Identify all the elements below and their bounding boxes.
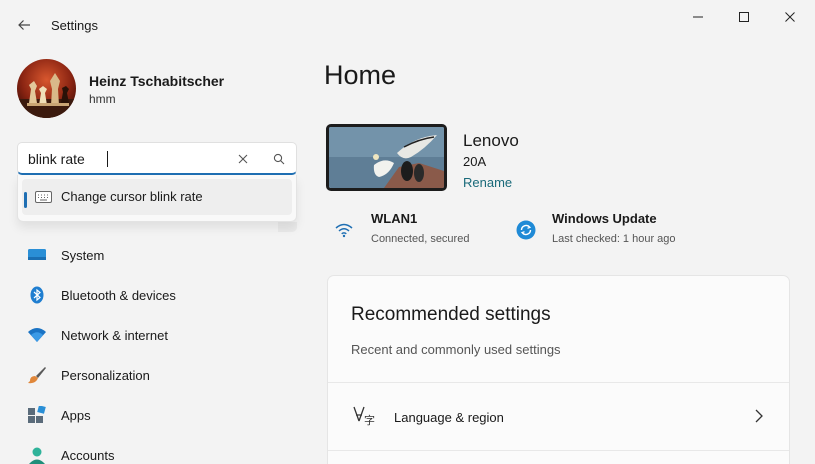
wifi-status-icon[interactable] bbox=[334, 220, 354, 240]
device-wallpaper-image[interactable] bbox=[326, 124, 447, 191]
user-name: Heinz Tschabitscher bbox=[89, 73, 225, 89]
network-status-title[interactable]: WLAN1 bbox=[371, 211, 417, 226]
text-caret bbox=[107, 151, 108, 167]
sidebar-item-label: Network & internet bbox=[61, 328, 168, 343]
search-box[interactable] bbox=[17, 142, 297, 175]
system-icon bbox=[28, 249, 46, 260]
close-button[interactable] bbox=[767, 0, 813, 34]
accounts-icon bbox=[29, 447, 45, 464]
windows-update-icon[interactable] bbox=[516, 220, 536, 240]
suggestion-item[interactable]: Change cursor blink rate bbox=[22, 179, 292, 215]
rename-link[interactable]: Rename bbox=[463, 175, 512, 190]
sidebar-item-system[interactable]: System bbox=[17, 237, 297, 273]
divider bbox=[328, 450, 789, 451]
minimize-icon bbox=[693, 16, 703, 18]
update-status-title[interactable]: Windows Update bbox=[552, 211, 657, 226]
title-bar: Settings bbox=[0, 0, 815, 48]
close-icon bbox=[785, 12, 795, 22]
recommended-item-label: Language & region bbox=[394, 410, 504, 425]
hidden-nav-item-edge bbox=[278, 222, 297, 232]
user-subtitle: hmm bbox=[89, 92, 116, 106]
keyboard-icon bbox=[35, 191, 52, 203]
wallpaper-gannets-icon bbox=[329, 127, 444, 188]
bluetooth-icon bbox=[30, 286, 44, 304]
sidebar-item-network[interactable]: Network & internet bbox=[17, 317, 297, 353]
sidebar-item-bluetooth[interactable]: Bluetooth & devices bbox=[17, 277, 297, 313]
sidebar-item-label: Apps bbox=[61, 408, 91, 423]
chess-avatar-icon bbox=[17, 59, 76, 118]
sidebar-item-label: Accounts bbox=[61, 448, 115, 463]
clear-search-button[interactable] bbox=[232, 149, 254, 169]
wifi-icon bbox=[28, 328, 46, 342]
sidebar-item-accounts[interactable]: Accounts bbox=[17, 437, 297, 464]
sidebar-item-label: Bluetooth & devices bbox=[61, 288, 176, 303]
recommended-title: Recommended settings bbox=[351, 304, 551, 325]
sidebar-item-label: Personalization bbox=[61, 368, 150, 383]
app-title: Settings bbox=[51, 18, 98, 33]
sidebar-item-label: System bbox=[61, 248, 105, 263]
search-input[interactable] bbox=[28, 149, 228, 169]
language-icon: 字 bbox=[353, 406, 375, 427]
svg-text:字: 字 bbox=[364, 413, 375, 427]
back-button[interactable] bbox=[10, 12, 38, 38]
suggestion-label: Change cursor blink rate bbox=[61, 189, 203, 204]
chevron-right-icon bbox=[755, 409, 763, 423]
maximize-button[interactable] bbox=[721, 0, 767, 34]
clear-icon bbox=[238, 154, 248, 164]
apps-icon bbox=[28, 406, 46, 423]
device-model: 20A bbox=[463, 154, 487, 169]
sidebar-item-apps[interactable]: Apps bbox=[17, 397, 297, 433]
search-suggestions: Change cursor blink rate bbox=[17, 175, 297, 222]
search-icon bbox=[273, 153, 285, 165]
minimize-button[interactable] bbox=[675, 0, 721, 34]
suggestion-accent bbox=[24, 192, 27, 208]
brush-icon bbox=[28, 367, 46, 384]
update-status-subtitle: Last checked: 1 hour ago bbox=[552, 233, 676, 245]
maximize-icon bbox=[739, 12, 749, 22]
network-status-subtitle: Connected, secured bbox=[371, 233, 470, 245]
recommended-subtitle: Recent and commonly used settings bbox=[351, 342, 561, 357]
device-name: Lenovo bbox=[463, 131, 519, 150]
back-arrow-icon bbox=[18, 20, 30, 30]
page-title: Home bbox=[324, 60, 397, 90]
search-button[interactable] bbox=[268, 149, 290, 169]
recommended-settings-card: Recommended settings Recent and commonly… bbox=[327, 275, 790, 464]
sidebar-item-personalization[interactable]: Personalization bbox=[17, 357, 297, 393]
avatar[interactable] bbox=[17, 59, 76, 118]
recommended-item-language[interactable]: 字 Language & region bbox=[328, 383, 789, 450]
